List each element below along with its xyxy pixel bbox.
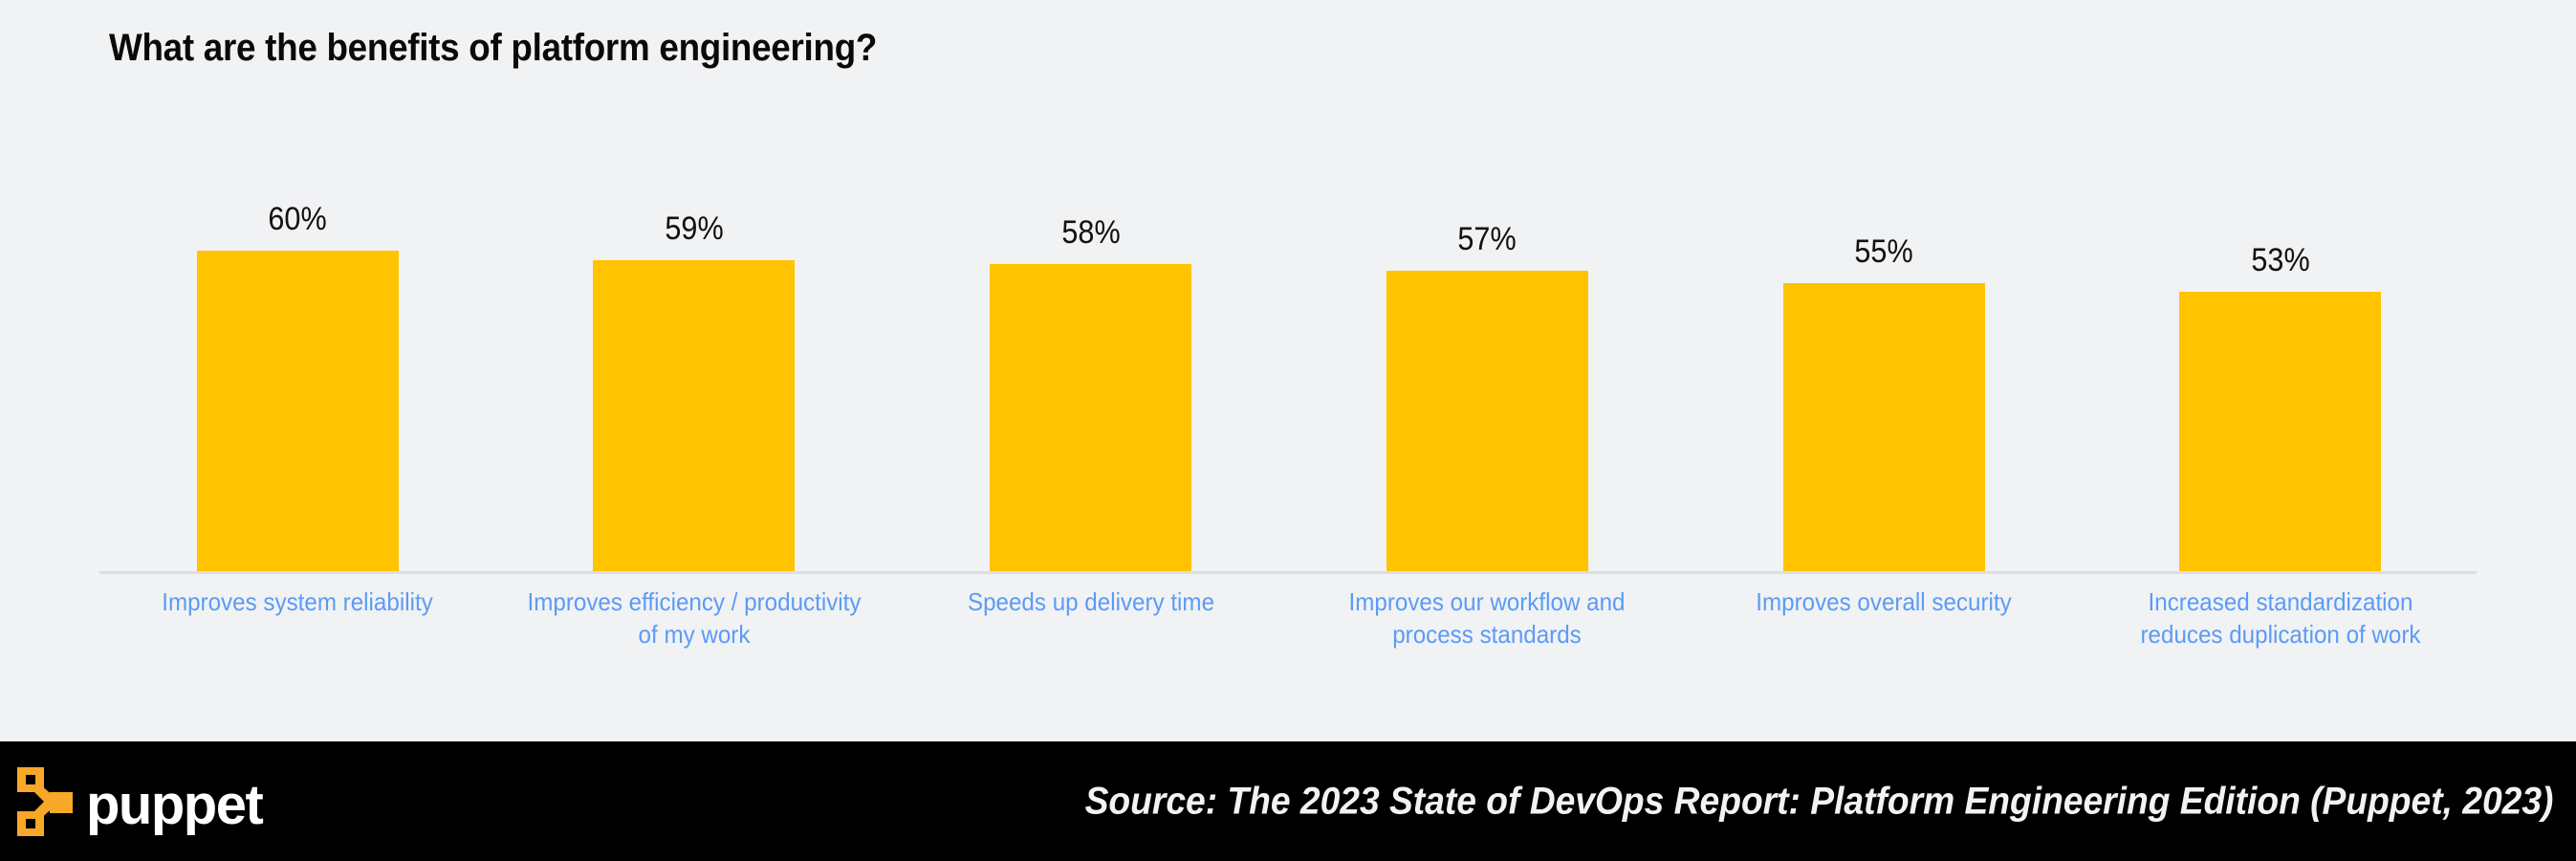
category-label-line: Improves overall security: [1756, 587, 2012, 616]
category-label-line: Speeds up delivery time: [967, 587, 1214, 616]
puppet-logo: puppet: [15, 763, 264, 840]
category-label-line: Increased standardization: [2148, 587, 2413, 616]
category-label-line: process standards: [1392, 620, 1583, 650]
bar-group: 53%: [2083, 96, 2478, 572]
puppet-wordmark: puppet: [86, 773, 264, 836]
bar-group: 55%: [1686, 96, 2082, 572]
footer-bar: puppet Source: The 2023 State of DevOps …: [0, 741, 2576, 861]
category-label: Improves system reliability: [113, 585, 481, 651]
bar-value-label: 58%: [1060, 214, 1121, 251]
x-axis-line: [99, 571, 2477, 574]
bar-group: 60%: [99, 96, 495, 572]
category-label: Speeds up delivery time: [906, 585, 1275, 651]
bar-value-label: 60%: [268, 201, 327, 237]
bar-value-label: 57%: [1457, 221, 1517, 257]
category-label: Improves efficiency / productivity of my …: [510, 585, 878, 651]
bar-rect[interactable]: [990, 264, 1192, 572]
category-label: Improves overall security: [1700, 585, 2068, 651]
source-citation: Source: The 2023 State of DevOps Report:…: [1084, 780, 2553, 822]
bar-value-label: 53%: [2251, 242, 2310, 278]
bar-group: 59%: [496, 96, 892, 572]
bar-value-label: 55%: [1854, 233, 1913, 270]
bar-rect[interactable]: [196, 251, 399, 572]
puppet-logo-mark-icon: [17, 766, 73, 836]
bar-value-label: 59%: [665, 210, 724, 247]
category-label-line: Improves our workflow and: [1348, 587, 1626, 616]
category-label-line: Improves system reliability: [162, 587, 433, 616]
page-title: What are the benefits of platform engine…: [109, 27, 878, 69]
bar-group: 57%: [1289, 96, 1685, 572]
category-label: Improves our workflow and process standar…: [1303, 585, 1671, 651]
chart-root: What are the benefits of platform engine…: [0, 0, 2576, 861]
category-labels-container: Improves system reliability Improves effi…: [99, 585, 2478, 651]
bar-rect[interactable]: [1782, 283, 1985, 572]
bar-rect[interactable]: [593, 260, 796, 572]
category-label-line: of my work: [638, 620, 751, 650]
bar-rect[interactable]: [1386, 271, 1588, 572]
bar-rect[interactable]: [2179, 292, 2382, 572]
bar-group: 58%: [893, 96, 1289, 572]
bars-container: 60% 59% 58% 57% 55% 53%: [99, 96, 2478, 572]
category-label-line: reduces duplication of work: [2140, 620, 2421, 650]
category-label: Increased standardization reduces duplica…: [2096, 585, 2464, 651]
category-label-line: Improves efficiency / productivity: [527, 587, 862, 616]
